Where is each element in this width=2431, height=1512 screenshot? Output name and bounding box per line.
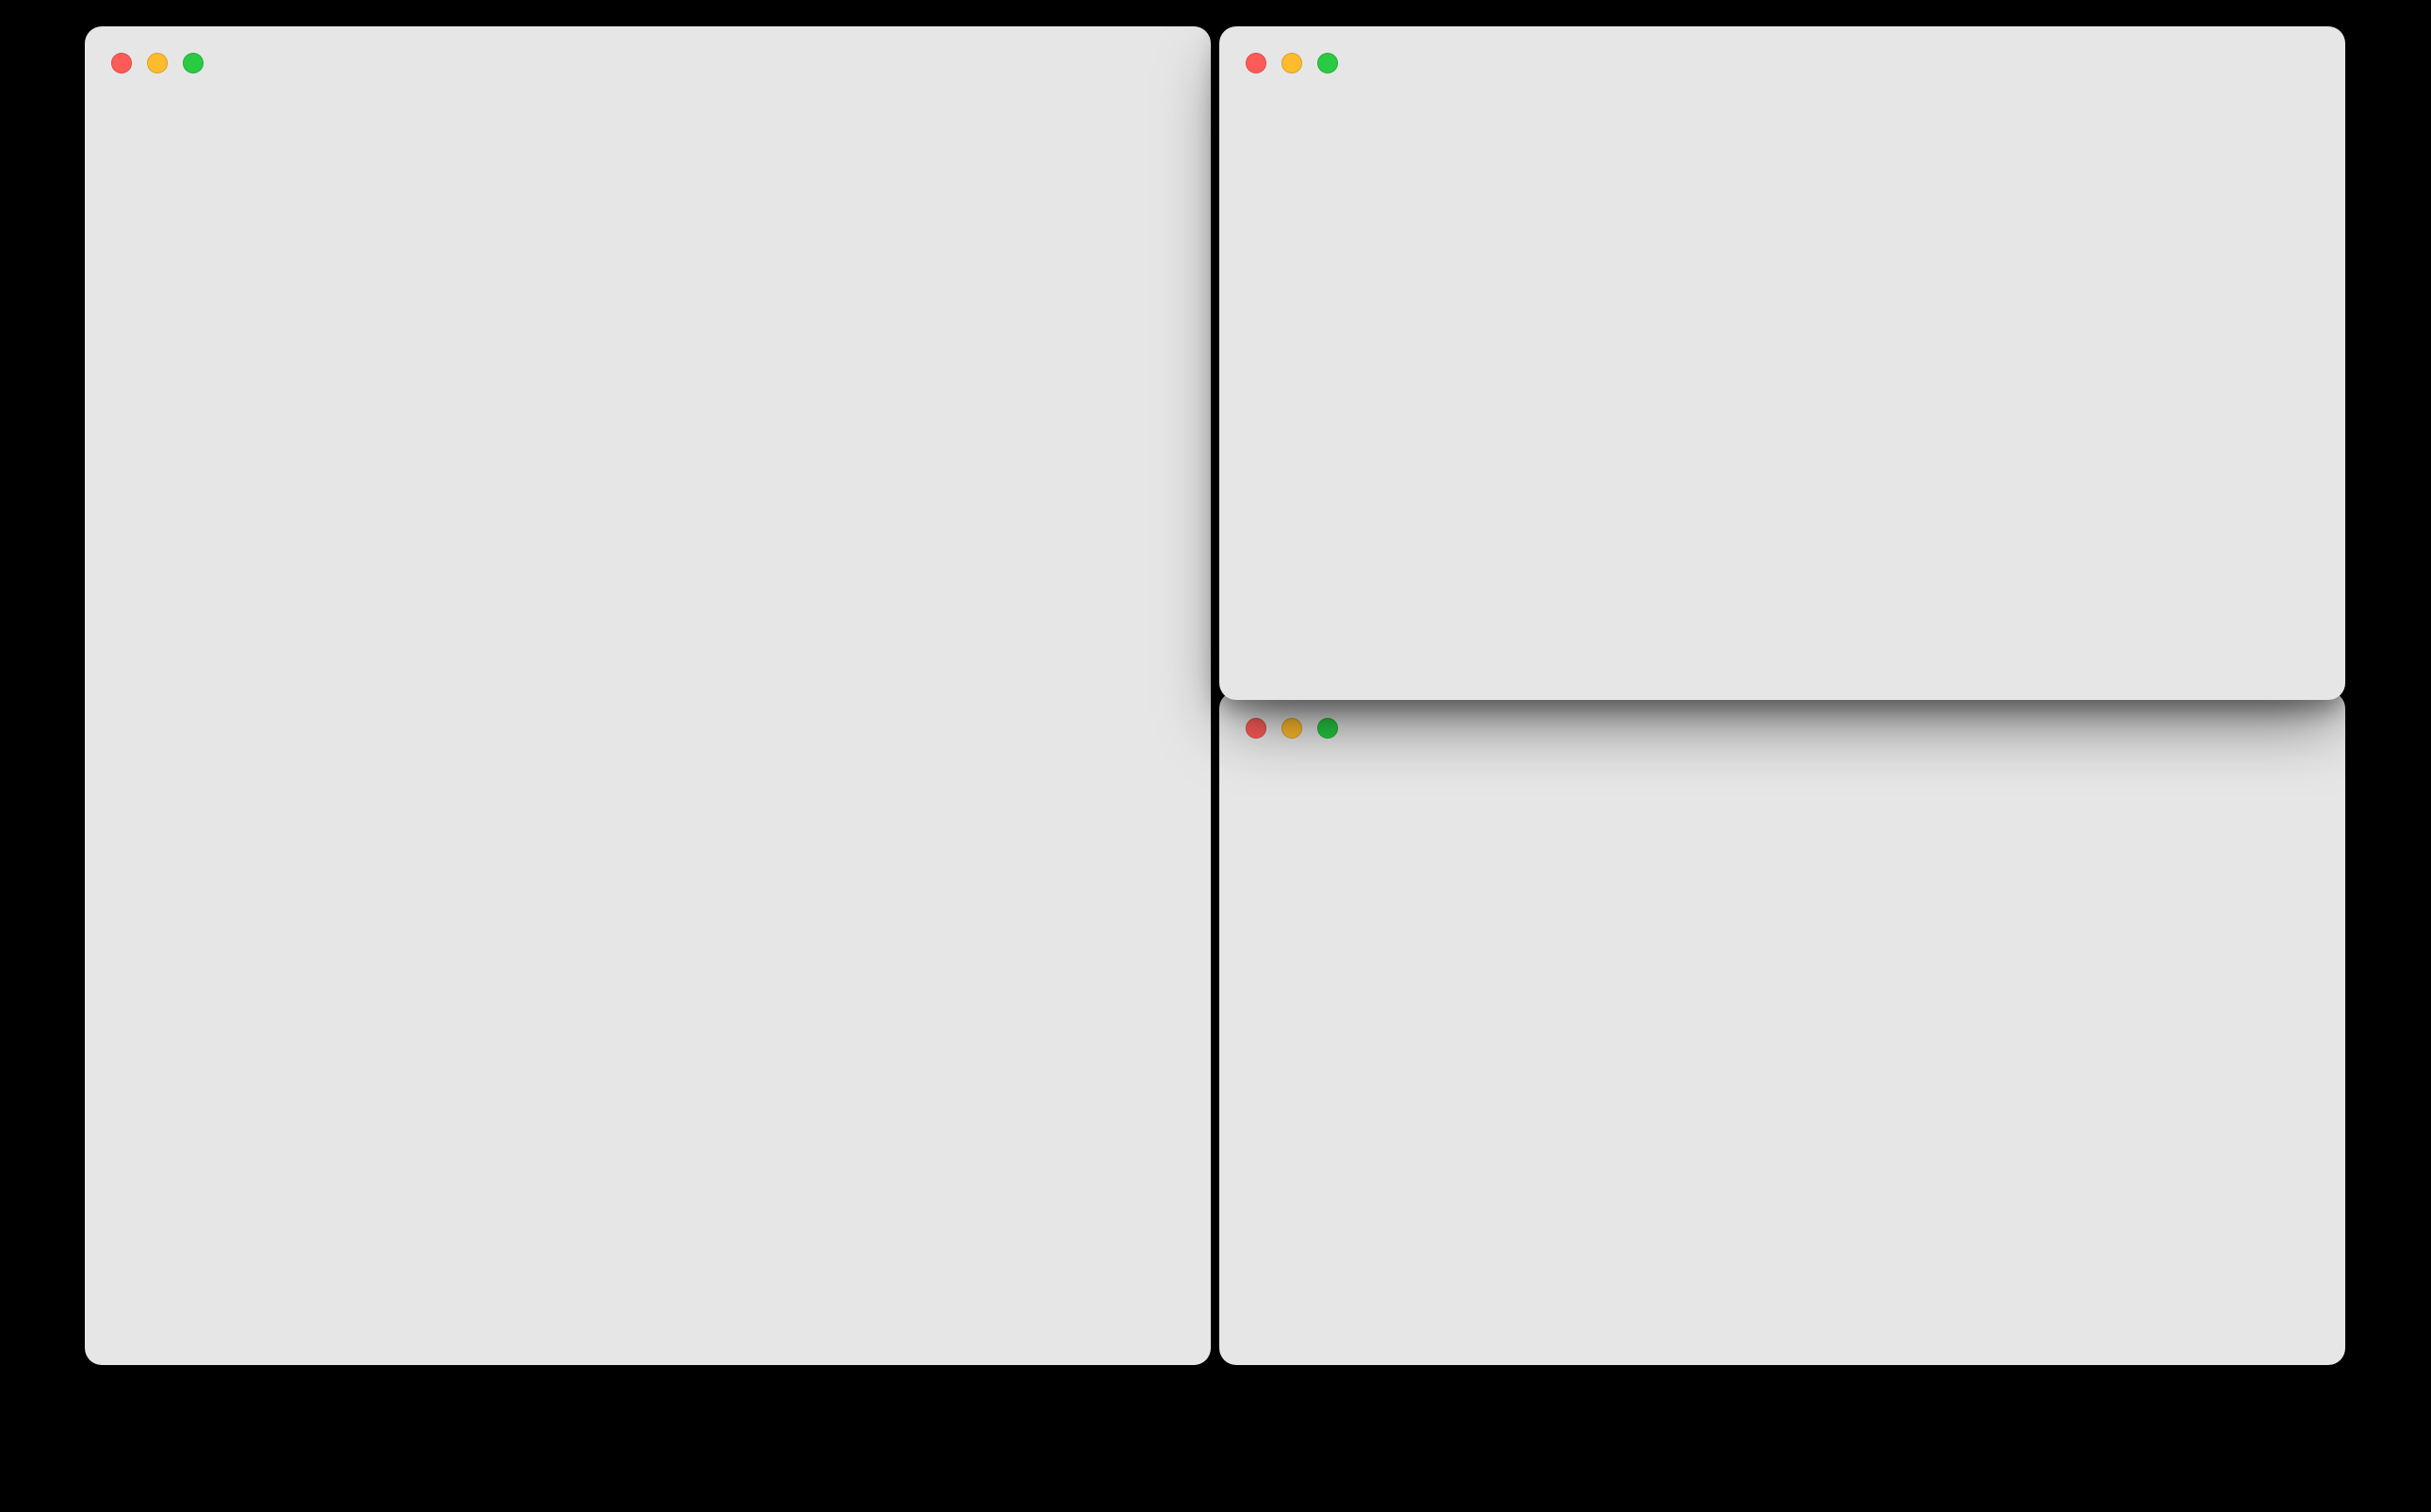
zoom-icon[interactable] (183, 53, 204, 73)
window-left[interactable] (85, 26, 1211, 1365)
zoom-icon[interactable] (1317, 718, 1338, 739)
close-icon[interactable] (1246, 718, 1266, 739)
traffic-lights (1246, 53, 1338, 73)
desktop (0, 0, 2431, 1512)
minimize-icon[interactable] (147, 53, 168, 73)
traffic-lights (111, 53, 204, 73)
close-icon[interactable] (1246, 53, 1266, 73)
zoom-icon[interactable] (1317, 53, 1338, 73)
minimize-icon[interactable] (1281, 718, 1302, 739)
window-top-right[interactable] (1219, 26, 2345, 700)
close-icon[interactable] (111, 53, 132, 73)
traffic-lights (1246, 718, 1338, 739)
window-bottom-right[interactable] (1219, 691, 2345, 1365)
minimize-icon[interactable] (1281, 53, 1302, 73)
